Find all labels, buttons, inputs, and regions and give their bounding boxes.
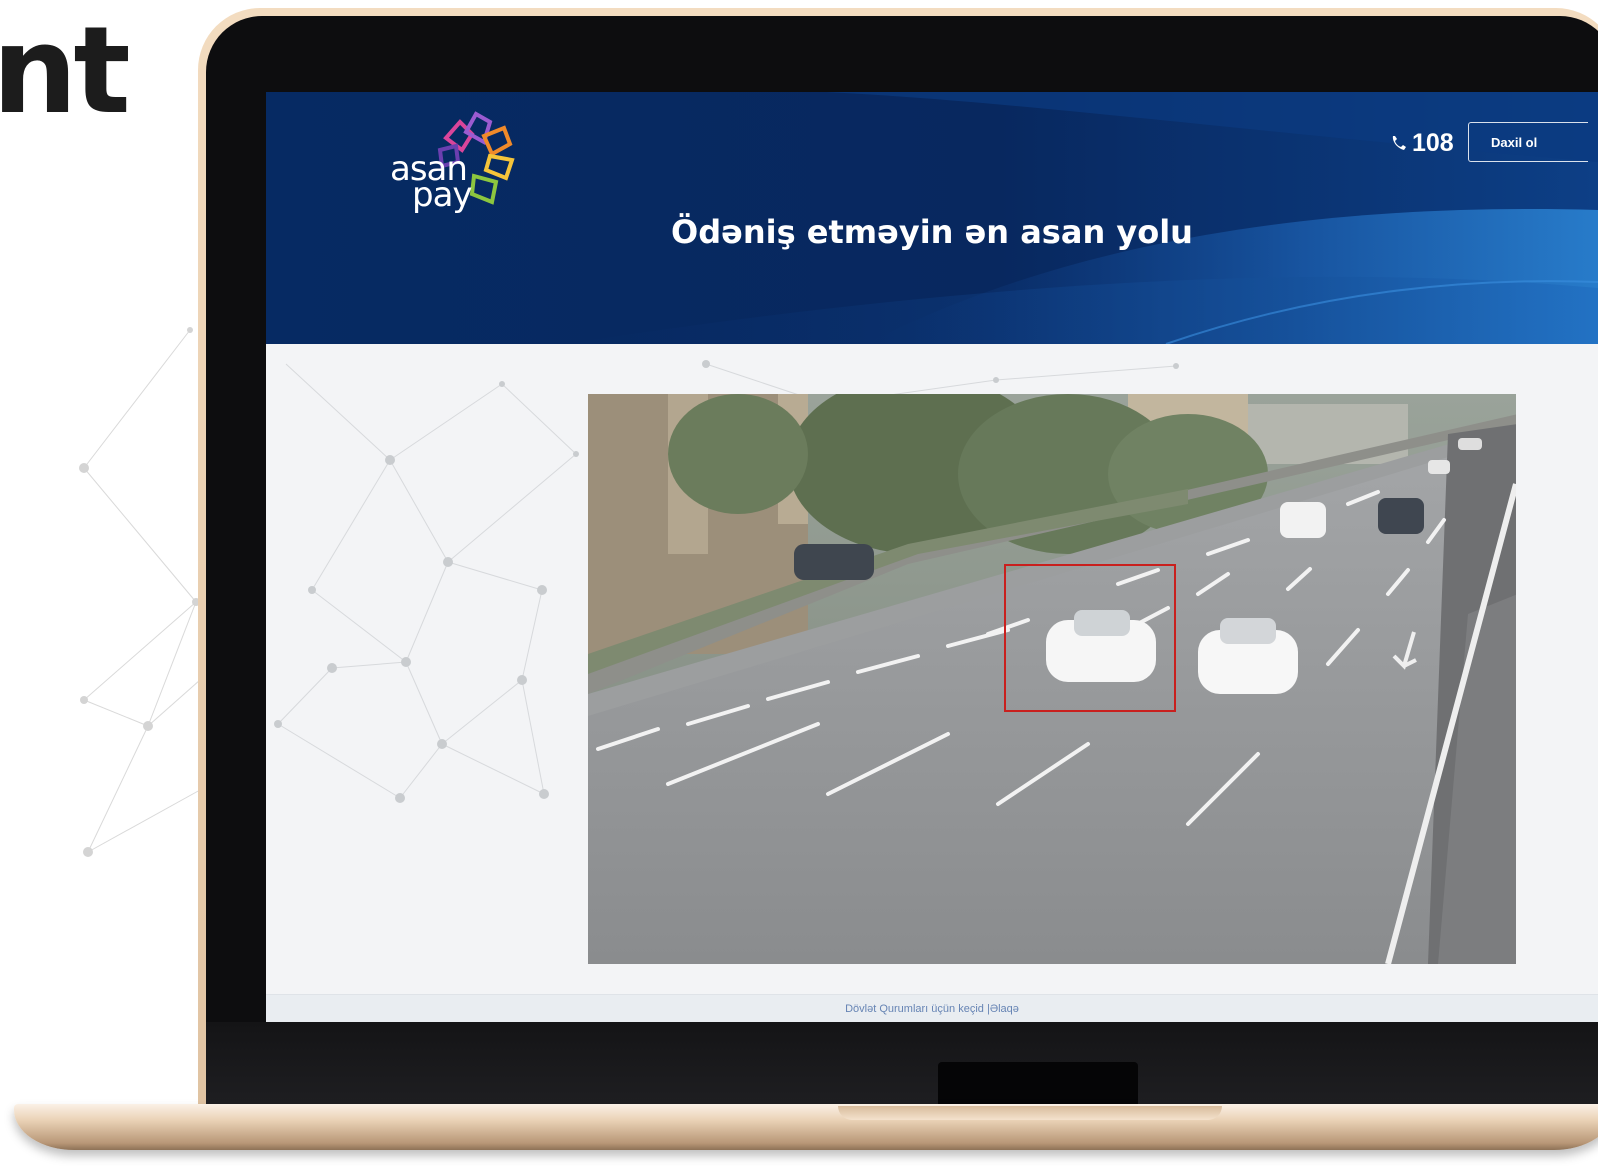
site-footer: Dövlət Qurumları üçün keçid |Əlaqə (266, 994, 1598, 1022)
laptop-screen: asan pay 108 Daxil ol Ödəniş etməyin ən … (266, 92, 1598, 1022)
laptop-chin (206, 1022, 1598, 1112)
hero-title-text: Ödəniş etməyin ən asan yolu (671, 213, 1193, 251)
partial-heading: nt (0, 2, 131, 141)
site-header: asan pay 108 Daxil ol Ödəniş etməyin ən … (266, 92, 1598, 344)
hotline[interactable]: 108 (1390, 128, 1454, 158)
phone-number: 108 (1412, 129, 1454, 157)
asanpay-logo[interactable]: asan pay (384, 108, 524, 214)
gov-agencies-link[interactable]: Dövlət Qurumları üçün keçid (845, 1003, 984, 1015)
laptop-base (14, 1104, 1598, 1150)
login-button[interactable]: Daxil ol (1468, 122, 1588, 162)
logo-text-pay: pay (412, 175, 473, 215)
hero-title: Ödəniş etməyin ən asan yolu (266, 212, 1598, 252)
contact-link[interactable]: Əlaqə (990, 1003, 1019, 1015)
laptop-base-groove (838, 1106, 1222, 1120)
traffic-camera-frame (588, 394, 1516, 964)
phone-icon (1392, 136, 1406, 150)
vehicle-detection-box (1004, 564, 1176, 712)
